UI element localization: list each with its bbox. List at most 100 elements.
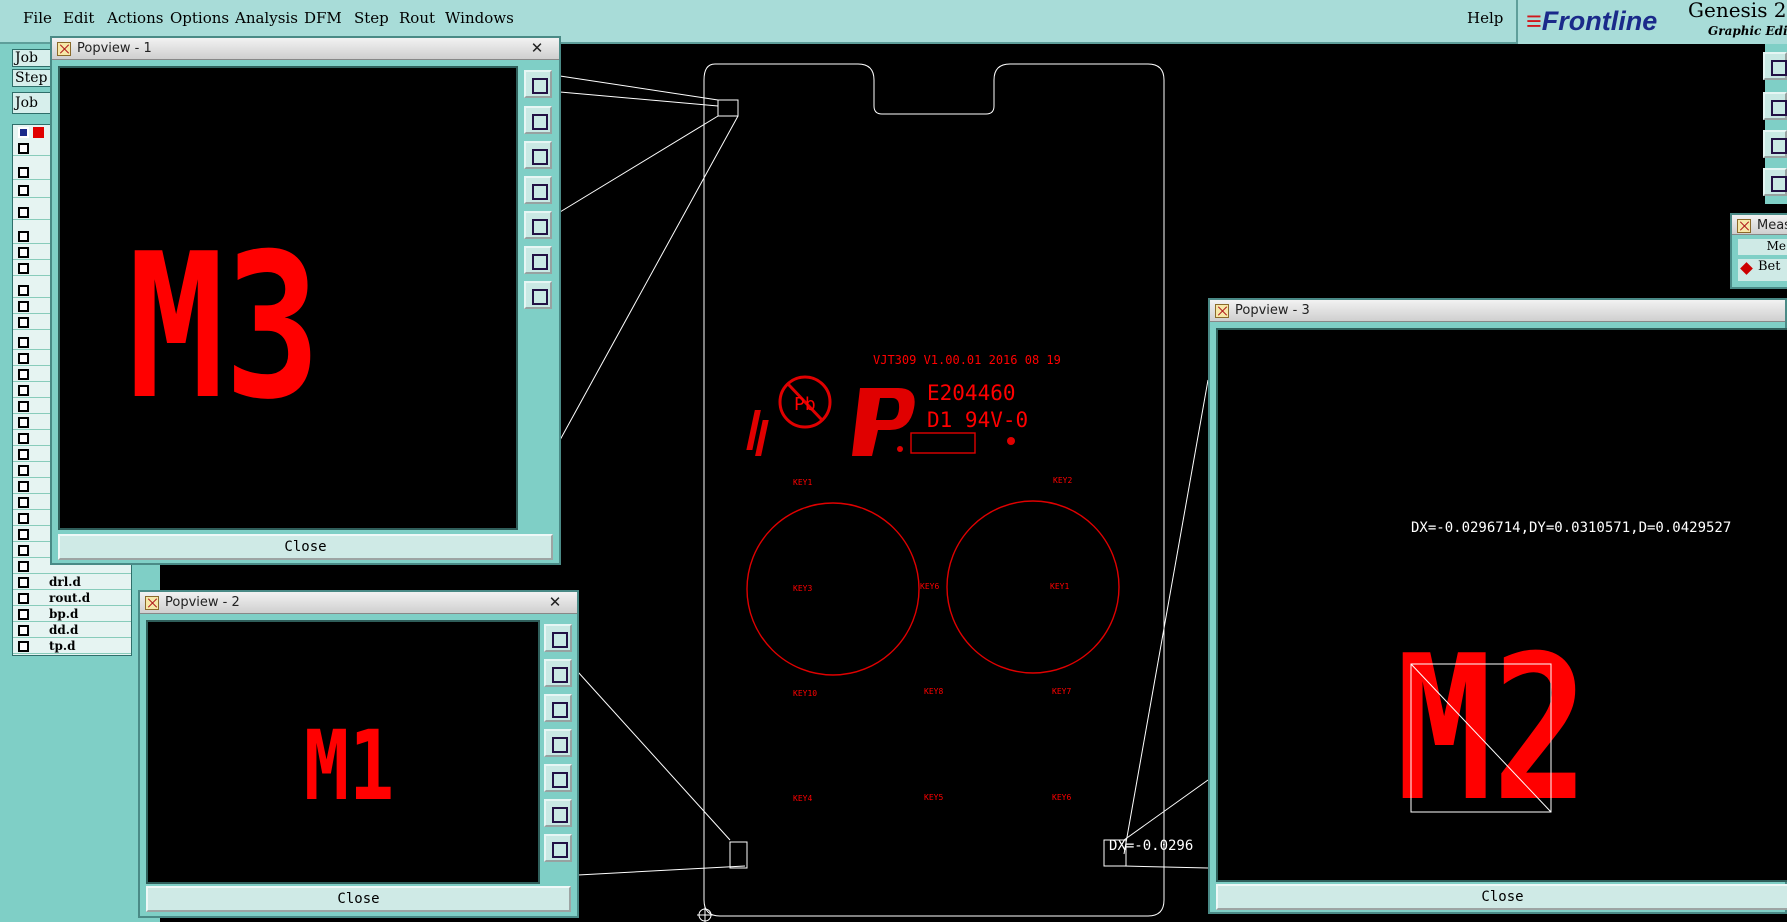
popview-2-close-button[interactable]: Close bbox=[146, 886, 571, 912]
popview-2: Popview - 2 ✕ M1 Close bbox=[138, 590, 579, 918]
layer-checkbox[interactable] bbox=[18, 497, 29, 508]
pan-right-icon[interactable] bbox=[544, 764, 572, 792]
layer-checkbox[interactable] bbox=[18, 545, 29, 556]
layer-checkbox[interactable] bbox=[18, 609, 29, 620]
product-title: Genesis 20 bbox=[1688, 0, 1787, 22]
zoom-fit-icon[interactable] bbox=[544, 624, 572, 652]
close-icon[interactable]: ✕ bbox=[517, 38, 557, 58]
layer-checkbox[interactable] bbox=[18, 417, 29, 428]
menu-help[interactable]: Help bbox=[1467, 9, 1503, 27]
layer-row[interactable]: tp.d bbox=[13, 639, 131, 654]
job-button[interactable]: Job bbox=[12, 92, 54, 114]
key-label: KEY5 bbox=[924, 793, 943, 802]
menu-actions[interactable]: Actions bbox=[107, 9, 163, 27]
layer-checkbox[interactable] bbox=[18, 143, 29, 154]
layer-checkbox[interactable] bbox=[18, 593, 29, 604]
window-icon bbox=[145, 596, 159, 610]
pan-down-icon[interactable] bbox=[544, 694, 572, 722]
layer-checkbox[interactable] bbox=[18, 353, 29, 364]
layer-row[interactable]: rout.d bbox=[13, 591, 131, 606]
layer-checkbox[interactable] bbox=[18, 301, 29, 312]
m1-label: M1 bbox=[304, 710, 395, 822]
popview-2-titlebar[interactable]: Popview - 2 ✕ bbox=[140, 592, 577, 614]
close-icon[interactable]: ✕ bbox=[535, 592, 575, 612]
pan-left-icon[interactable] bbox=[544, 729, 572, 757]
layer-checkbox[interactable] bbox=[18, 231, 29, 242]
menu-options[interactable]: Options bbox=[170, 9, 229, 27]
layer-row[interactable]: dd.d bbox=[13, 623, 131, 638]
zoom-in-icon[interactable] bbox=[544, 799, 572, 827]
layer-row[interactable]: drl.d bbox=[13, 575, 131, 590]
layer-checkbox[interactable] bbox=[18, 449, 29, 460]
menu-dfm[interactable]: DFM bbox=[304, 9, 342, 27]
pan-down-icon[interactable] bbox=[524, 141, 552, 169]
layer-checkbox[interactable] bbox=[18, 577, 29, 588]
popview-1-titlebar[interactable]: Popview - 1 ✕ bbox=[52, 38, 559, 60]
layer-checkbox[interactable] bbox=[18, 641, 29, 652]
menu-windows[interactable]: Windows bbox=[445, 9, 514, 27]
menu-step[interactable]: Step bbox=[354, 9, 389, 27]
layer-checkbox[interactable] bbox=[18, 337, 29, 348]
measure-dialog-titlebar[interactable]: Meas bbox=[1732, 215, 1787, 235]
layer-checkbox[interactable] bbox=[18, 285, 29, 296]
menu-edit[interactable]: Edit bbox=[63, 9, 94, 27]
version-text: VJT309 V1.00.01 2016 08 19 bbox=[873, 353, 1061, 367]
layer-checkbox[interactable] bbox=[18, 513, 29, 524]
zoom-in-icon[interactable] bbox=[524, 246, 552, 274]
job-label: Job bbox=[12, 49, 54, 67]
menu-analysis[interactable]: Analysis bbox=[235, 9, 298, 27]
layer-checkbox[interactable] bbox=[18, 185, 29, 196]
layer-checkbox[interactable] bbox=[18, 207, 29, 218]
layer-checkbox[interactable] bbox=[18, 433, 29, 444]
measure-overlay bbox=[1410, 663, 1552, 813]
menu-rout[interactable]: Rout bbox=[399, 9, 435, 27]
key-label: KEY3 bbox=[793, 584, 812, 593]
layer-checkbox[interactable] bbox=[18, 317, 29, 328]
frontline-logo: ≡Frontline bbox=[1526, 6, 1658, 36]
popview-3-close-button[interactable]: Close bbox=[1216, 884, 1787, 910]
layer-checkbox[interactable] bbox=[18, 625, 29, 636]
window-icon bbox=[57, 42, 71, 56]
popview-1-close-button[interactable]: Close bbox=[58, 534, 553, 560]
key-label: KEY4 bbox=[793, 794, 812, 803]
layer-row[interactable]: bp.d bbox=[13, 607, 131, 622]
tool-button[interactable] bbox=[1763, 168, 1787, 196]
layer-checkbox[interactable] bbox=[18, 263, 29, 274]
popview-2-canvas[interactable]: M1 bbox=[146, 620, 540, 884]
pan-up-icon[interactable] bbox=[524, 106, 552, 134]
m3-label: M3 bbox=[128, 211, 321, 444]
zoom-fit-icon[interactable] bbox=[524, 70, 552, 98]
layer-checkbox[interactable] bbox=[18, 401, 29, 412]
key-label: KEY8 bbox=[924, 687, 943, 696]
zoom-out-icon[interactable] bbox=[524, 281, 552, 309]
pan-left-icon[interactable] bbox=[524, 176, 552, 204]
key-label: KEY6 bbox=[1052, 793, 1071, 802]
popview-3-canvas[interactable]: DX=-0.0296714,DY=0.0310571,D=0.0429527 M… bbox=[1216, 328, 1787, 882]
layer-checkbox[interactable] bbox=[18, 369, 29, 380]
layer-checkbox[interactable] bbox=[18, 529, 29, 540]
layer-checkbox[interactable] bbox=[18, 385, 29, 396]
popview-2-title: Popview - 2 bbox=[165, 595, 240, 610]
layer-name: dd.d bbox=[49, 623, 79, 637]
pb-text: Pb bbox=[794, 394, 816, 415]
layer-checkbox[interactable] bbox=[18, 167, 29, 178]
tool-button[interactable] bbox=[1763, 92, 1787, 120]
tool-button[interactable] bbox=[1763, 130, 1787, 158]
layer-checkbox[interactable] bbox=[18, 481, 29, 492]
menu-file[interactable]: File bbox=[23, 9, 52, 27]
popview-3-titlebar[interactable]: Popview - 3 bbox=[1210, 300, 1785, 322]
color-swatch-icon[interactable] bbox=[33, 127, 44, 138]
tool-button[interactable] bbox=[1763, 52, 1787, 80]
zoom-out-icon[interactable] bbox=[544, 834, 572, 862]
pan-right-icon[interactable] bbox=[524, 211, 552, 239]
pan-up-icon[interactable] bbox=[544, 659, 572, 687]
popview-1-canvas[interactable]: M3 bbox=[58, 66, 518, 530]
layer-checkbox[interactable] bbox=[18, 247, 29, 258]
popview-2-toolbar bbox=[542, 620, 576, 884]
color-swatch-icon[interactable] bbox=[18, 127, 29, 138]
key-label: KEY6 bbox=[920, 582, 939, 591]
measure-tab[interactable]: Me bbox=[1738, 239, 1787, 255]
layer-checkbox[interactable] bbox=[18, 465, 29, 476]
layer-checkbox[interactable] bbox=[18, 561, 29, 572]
popview-1-toolbar bbox=[522, 66, 556, 530]
